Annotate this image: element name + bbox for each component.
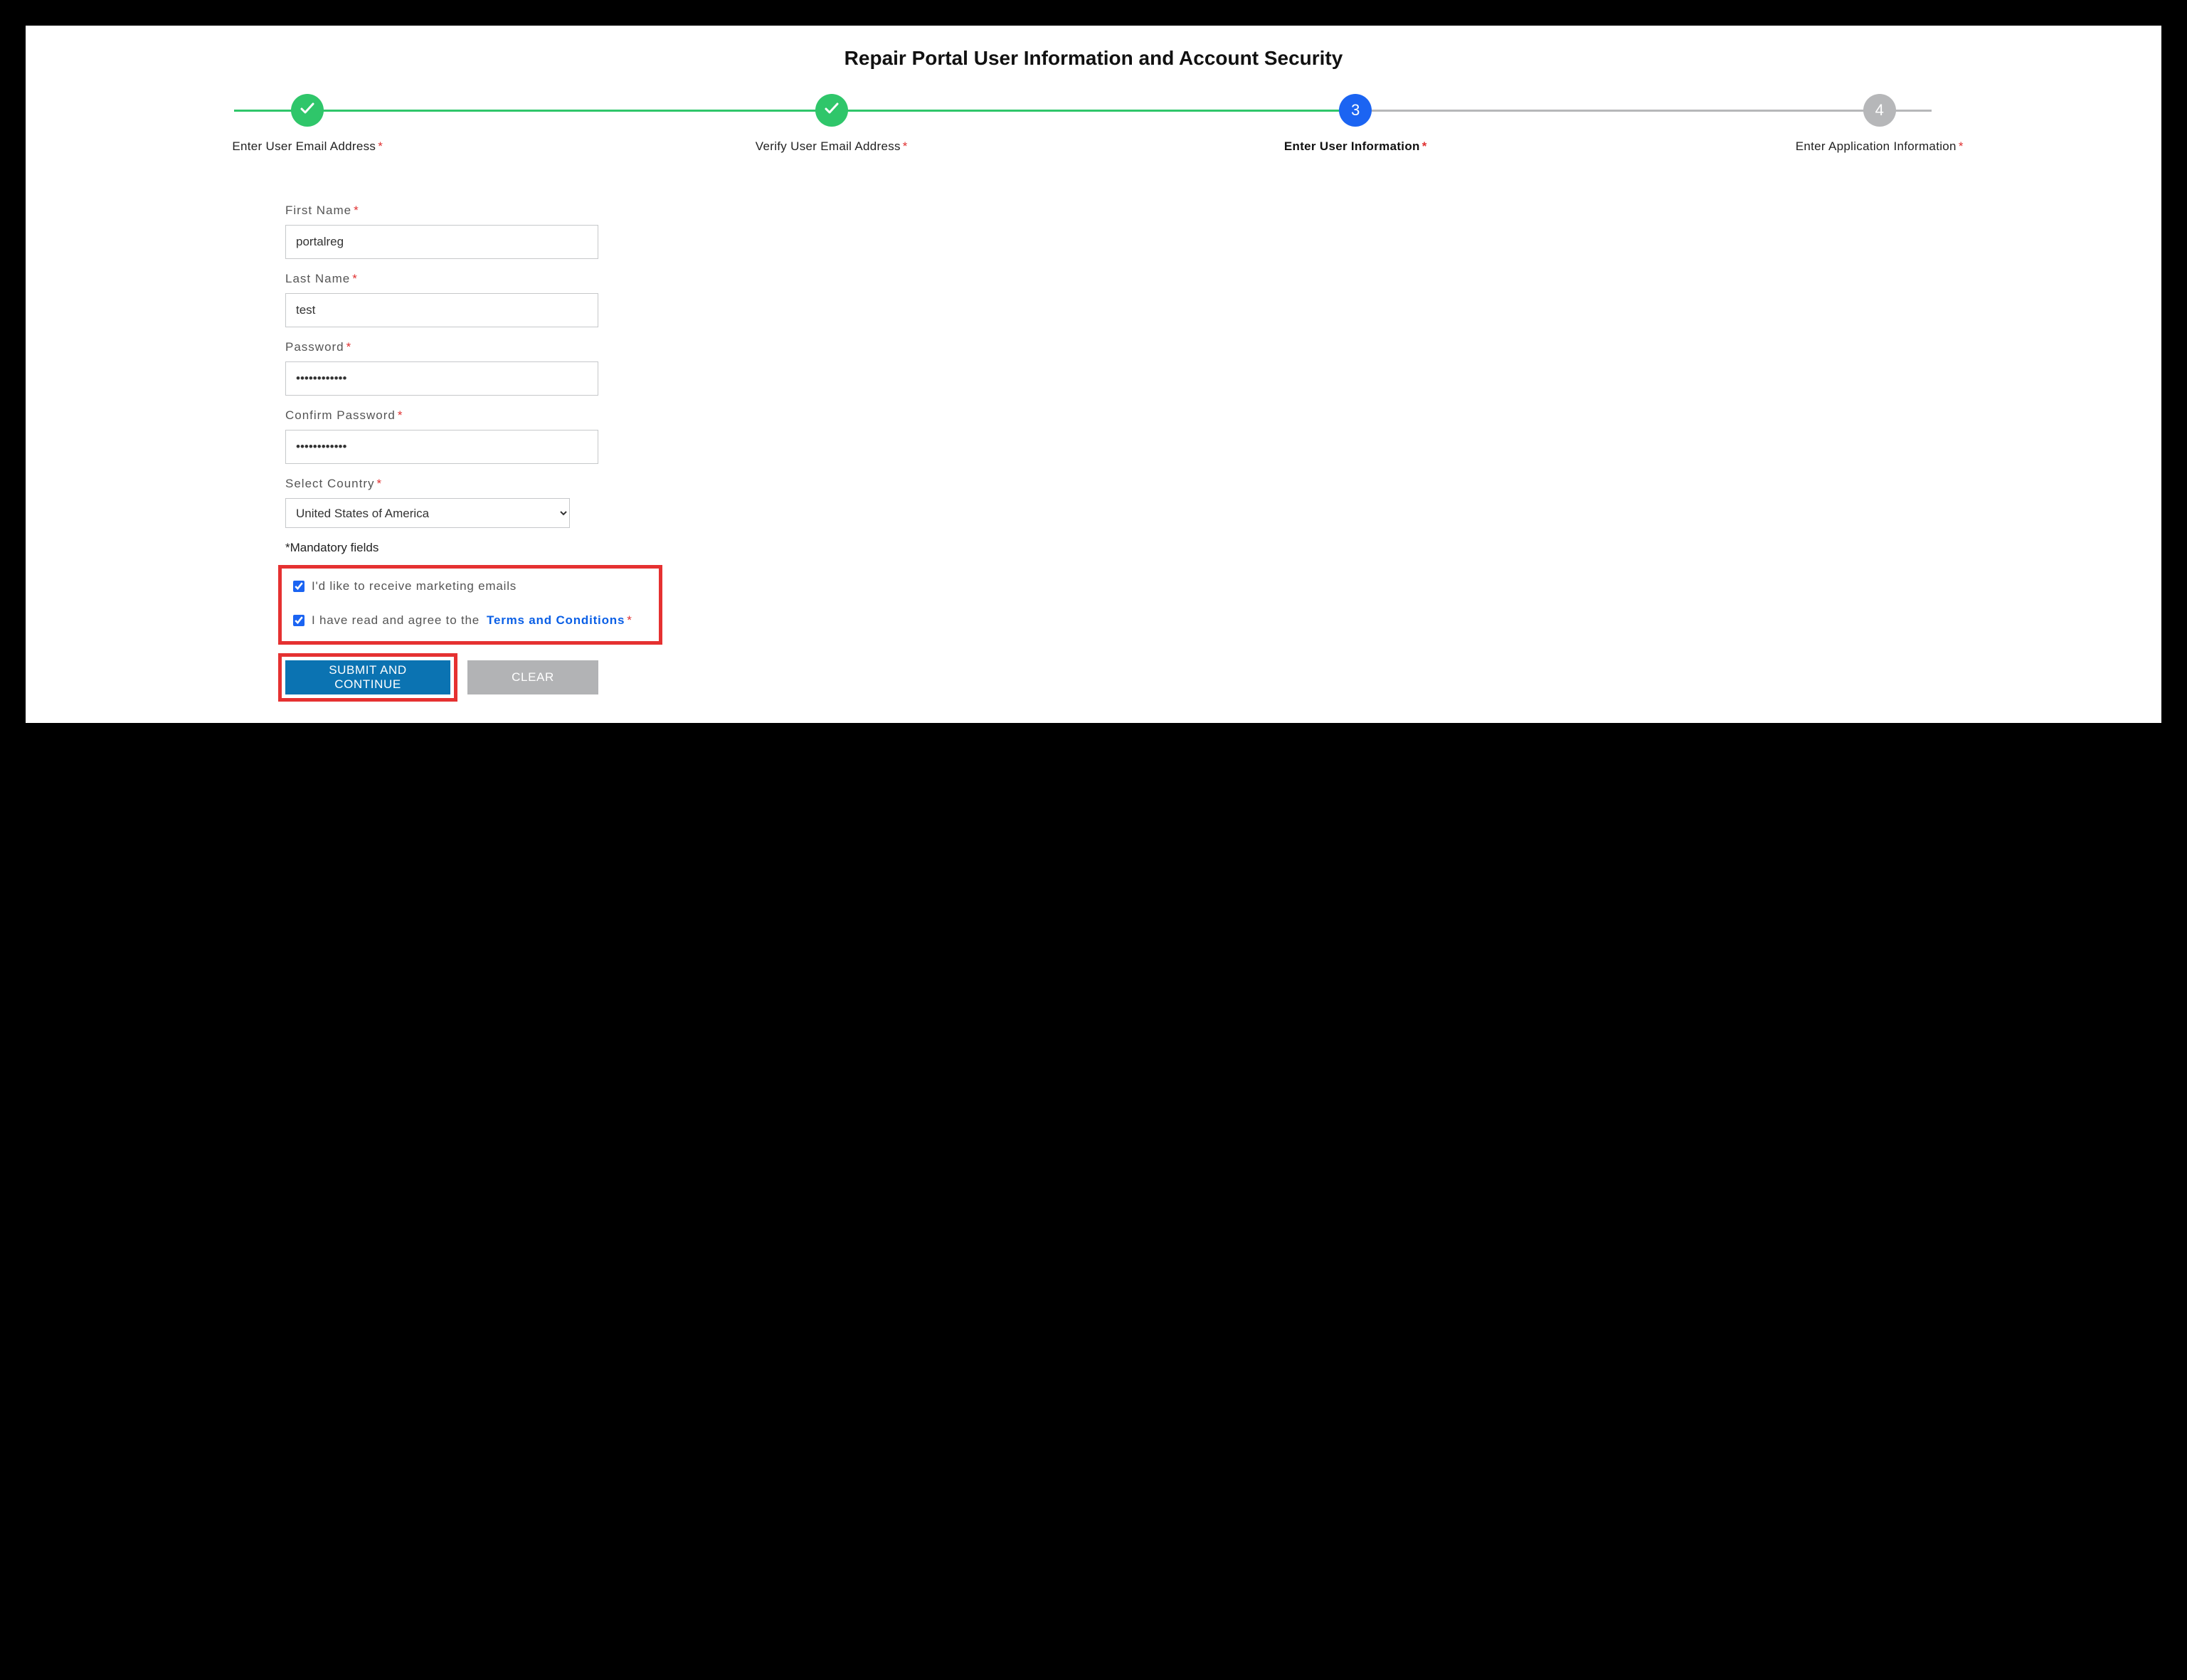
submit-and-continue-button[interactable]: SUBMIT AND CONTINUE <box>285 660 450 694</box>
password-field-group: Password* <box>285 340 598 396</box>
first-name-field-group: First Name* <box>285 204 598 259</box>
form-button-row: SUBMIT AND CONTINUE CLEAR <box>285 653 598 702</box>
confirm-password-field-group: Confirm Password* <box>285 408 598 464</box>
step-2-label: Verify User Email Address* <box>570 139 1094 154</box>
first-name-input[interactable] <box>285 225 598 259</box>
last-name-input[interactable] <box>285 293 598 327</box>
step-1: Enter User Email Address* <box>46 94 570 154</box>
terms-required-star: * <box>627 613 632 628</box>
page-title: Repair Portal User Information and Accou… <box>38 47 2149 70</box>
first-name-label: First Name* <box>285 204 598 218</box>
terms-row: I have read and agree to the Terms and C… <box>290 613 650 628</box>
submit-highlight-box: SUBMIT AND CONTINUE <box>278 653 457 702</box>
marketing-emails-row: I'd like to receive marketing emails <box>290 579 650 594</box>
step-3-circle: 3 <box>1339 94 1372 127</box>
mandatory-fields-note: *Mandatory fields <box>285 541 598 555</box>
last-name-field-group: Last Name* <box>285 272 598 327</box>
country-select[interactable]: United States of America <box>285 498 570 528</box>
terms-and-conditions-link[interactable]: Terms and Conditions <box>487 613 625 628</box>
step-connector-3 <box>1366 110 1932 112</box>
step-2-circle <box>815 94 848 127</box>
marketing-emails-checkbox[interactable] <box>293 581 305 592</box>
step-4-circle: 4 <box>1863 94 1896 127</box>
user-info-form: First Name* Last Name* Password* Confirm… <box>285 204 598 702</box>
step-1-circle <box>291 94 324 127</box>
marketing-emails-label: I'd like to receive marketing emails <box>312 579 517 593</box>
progress-stepper: Enter User Email Address* Verify User Em… <box>46 94 2141 154</box>
confirm-password-input[interactable] <box>285 430 598 464</box>
password-input[interactable] <box>285 361 598 396</box>
terms-prefix-label: I have read and agree to the <box>312 613 480 628</box>
last-name-label: Last Name* <box>285 272 598 286</box>
step-connector-2 <box>800 110 1366 112</box>
confirm-password-label: Confirm Password* <box>285 408 598 423</box>
step-2: Verify User Email Address* <box>570 94 1094 154</box>
step-4: 4 Enter Application Information* <box>1618 94 2142 154</box>
step-3: 3 Enter User Information* <box>1094 94 1618 154</box>
clear-button[interactable]: CLEAR <box>467 660 598 694</box>
step-1-label: Enter User Email Address* <box>46 139 570 154</box>
checkmark-icon <box>823 100 840 121</box>
step-4-label: Enter Application Information* <box>1618 139 2142 154</box>
step-3-number: 3 <box>1351 101 1360 120</box>
step-4-number: 4 <box>1875 101 1884 120</box>
country-field-group: Select Country* United States of America <box>285 477 570 528</box>
checkmark-icon <box>299 100 316 121</box>
password-label: Password* <box>285 340 598 354</box>
terms-checkbox[interactable] <box>293 615 305 626</box>
country-label: Select Country* <box>285 477 570 491</box>
registration-page: Repair Portal User Information and Accou… <box>26 26 2161 723</box>
consent-highlight-box: I'd like to receive marketing emails I h… <box>278 565 662 645</box>
step-3-label: Enter User Information* <box>1094 139 1618 154</box>
